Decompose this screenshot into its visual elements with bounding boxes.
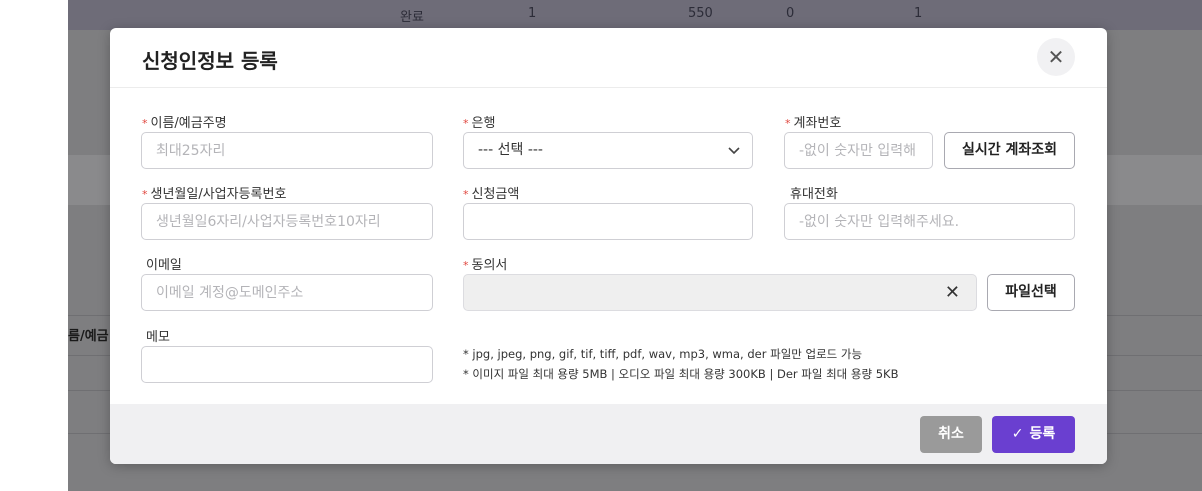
- modal-header: 신청인정보 등록 ✕: [110, 28, 1107, 88]
- birth-input[interactable]: [141, 203, 433, 240]
- file-size-note: * 이미지 파일 최대 용량 5MB | 오디오 파일 최대 용량 300KB …: [463, 367, 899, 381]
- bg-zero-cell: 0: [786, 6, 795, 21]
- modal-footer: 취소 ✓ 등록: [110, 404, 1107, 464]
- memo-label: 메모: [146, 330, 170, 345]
- bg-one-cell: 1: [914, 6, 923, 21]
- background-table-row: 완료 1 550 0 1: [68, 0, 1202, 30]
- bank-select[interactable]: --- 선택 ---: [463, 132, 753, 169]
- required-mark: *: [785, 117, 791, 130]
- consent-label: * 동의서: [463, 258, 508, 273]
- chevron-down-icon: [728, 133, 740, 168]
- memo-input[interactable]: [141, 346, 433, 383]
- register-button[interactable]: ✓ 등록: [992, 416, 1075, 453]
- account-input[interactable]: [784, 132, 933, 169]
- name-label: * 이름/예금주명: [142, 116, 227, 131]
- required-mark: *: [463, 259, 469, 272]
- phone-label: 휴대전화: [790, 187, 838, 202]
- register-button-label: 등록: [1029, 426, 1056, 442]
- name-input[interactable]: [141, 132, 433, 169]
- bg-count-cell: 1: [528, 6, 537, 21]
- bg-status-cell: 완료: [400, 10, 424, 25]
- close-icon: ✕: [1047, 45, 1065, 69]
- birth-label: * 생년월일/사업자등록번호: [142, 187, 287, 202]
- required-mark: *: [463, 188, 469, 201]
- account-lookup-button[interactable]: 실시간 계좌조회: [944, 132, 1075, 169]
- file-select-button[interactable]: 파일선택: [987, 274, 1075, 311]
- close-button[interactable]: ✕: [1037, 38, 1075, 76]
- clear-file-icon[interactable]: ✕: [945, 275, 960, 310]
- bank-select-value: --- 선택 ---: [478, 142, 543, 158]
- check-icon: ✓: [1011, 426, 1024, 442]
- modal-title: 신청인정보 등록: [142, 49, 278, 73]
- amount-label: * 신청금액: [463, 187, 520, 202]
- account-label: * 계좌번호: [785, 116, 842, 131]
- phone-input[interactable]: [784, 203, 1075, 240]
- bank-label: * 은행: [463, 116, 496, 131]
- email-input[interactable]: [141, 274, 433, 311]
- amount-input[interactable]: [463, 203, 753, 240]
- consent-file-display: ✕: [463, 274, 977, 311]
- background-column-label: 름/예금: [68, 329, 109, 344]
- cancel-button[interactable]: 취소: [920, 416, 982, 453]
- email-label: 이메일: [146, 258, 182, 273]
- file-type-note: * jpg, jpeg, png, gif, tif, tiff, pdf, w…: [463, 347, 863, 361]
- required-mark: *: [142, 117, 148, 130]
- required-mark: *: [142, 188, 148, 201]
- bg-amount-cell: 550: [688, 6, 713, 21]
- required-mark: *: [463, 117, 469, 130]
- applicant-register-modal: 신청인정보 등록 ✕ *이름/예금주명 *은행 --- 선택 --- *계좌번호…: [110, 28, 1107, 464]
